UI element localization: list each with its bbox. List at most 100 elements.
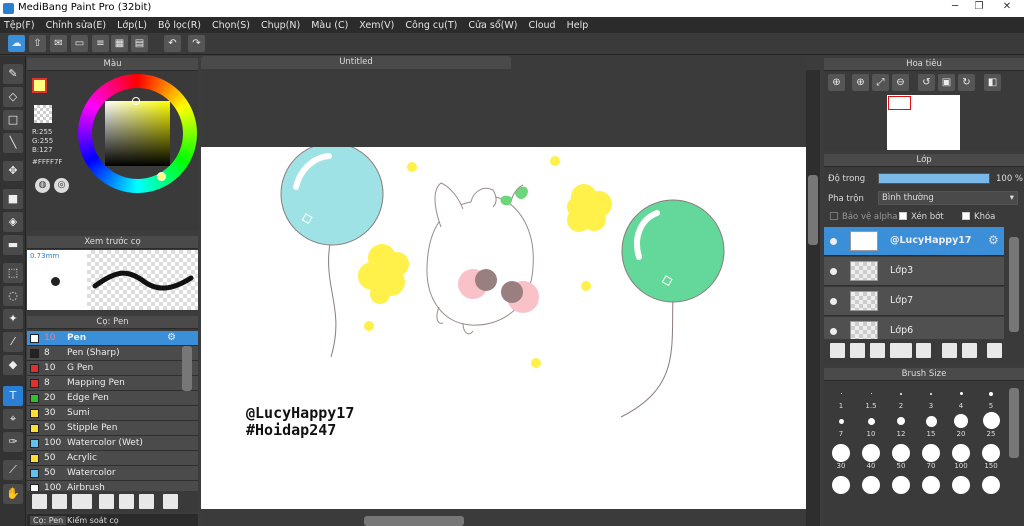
brush-size-scrollbar[interactable] xyxy=(1009,388,1019,458)
merge-layer-icon[interactable] xyxy=(962,343,977,358)
close-button[interactable]: ✕ xyxy=(992,0,1022,14)
size-cell[interactable] xyxy=(826,475,856,502)
eyedropper-icon[interactable]: ⟋ xyxy=(3,460,23,480)
size-cell[interactable]: 12 xyxy=(886,411,916,438)
new-brush-icon[interactable] xyxy=(52,494,67,509)
menu-color[interactable]: Màu (C) xyxy=(311,20,348,31)
duplicate-icon[interactable] xyxy=(139,494,154,509)
palette-alt-icon[interactable]: ◎ xyxy=(54,178,69,193)
operation-tool-icon[interactable]: ⌖ xyxy=(3,409,23,429)
cloud-icon[interactable]: ☁ xyxy=(8,35,25,52)
select-rect-icon[interactable]: ⬚ xyxy=(3,263,23,283)
brush-item[interactable]: 50 Acrylic xyxy=(27,451,198,466)
hand-tool-icon[interactable]: ✋ xyxy=(3,484,23,504)
document-icon[interactable]: ≡ xyxy=(92,35,109,52)
brush-item[interactable]: 100 Watercolor (Wet) xyxy=(27,436,198,451)
add-layer-menu-icon[interactable] xyxy=(890,343,912,358)
fill-rect-tool-icon[interactable]: ■ xyxy=(3,189,23,209)
lock-checkbox[interactable] xyxy=(962,212,970,220)
rotate-right-icon[interactable]: ↻ xyxy=(958,74,975,91)
flip-icon[interactable]: ◧ xyxy=(984,74,1001,91)
menu-file[interactable]: Tệp(F) xyxy=(4,20,35,31)
layer-row[interactable]: Lớp3 xyxy=(824,257,1004,286)
layer-row[interactable]: Lớp7 xyxy=(824,287,1004,316)
new-layer-icon[interactable] xyxy=(830,343,845,358)
brush-item[interactable]: 8 Pen (Sharp) xyxy=(27,346,198,361)
size-cell[interactable]: 15 xyxy=(916,411,946,438)
select-eraser-icon[interactable]: ◆ xyxy=(3,355,23,375)
new-8bit-layer-icon[interactable] xyxy=(870,343,885,358)
menu-window[interactable]: Cửa sổ(W) xyxy=(468,20,517,31)
menu-snap[interactable]: Chụp(N) xyxy=(261,20,300,31)
size-cell[interactable]: 1 xyxy=(826,383,856,410)
background-color-swatch[interactable] xyxy=(34,105,52,123)
size-cell[interactable]: 3 xyxy=(916,383,946,410)
brush-tool-icon[interactable]: ✎ xyxy=(3,64,23,84)
select-pen-icon[interactable]: ⁄ xyxy=(3,332,23,352)
menu-cloud[interactable]: Cloud xyxy=(528,20,555,31)
brush-item[interactable]: 8 Mapping Pen xyxy=(27,376,198,391)
folder-icon[interactable] xyxy=(119,494,134,509)
protect-alpha-checkbox[interactable] xyxy=(830,212,838,220)
add-brush-icon[interactable] xyxy=(72,494,92,509)
hue-cursor[interactable] xyxy=(132,97,140,105)
text-tool-icon[interactable]: T xyxy=(3,386,23,406)
size-cell[interactable]: 5 xyxy=(976,383,1006,410)
clipping-checkbox[interactable] xyxy=(899,212,907,220)
layer-settings-icon[interactable]: ⚙ xyxy=(988,233,999,247)
navigator-viewport[interactable] xyxy=(888,96,911,110)
size-cell[interactable]: 40 xyxy=(856,443,886,470)
size-cell[interactable]: 100 xyxy=(946,443,976,470)
menu-select[interactable]: Chọn(S) xyxy=(212,20,250,31)
rotate-left-icon[interactable]: ↺ xyxy=(918,74,935,91)
menu-layer[interactable]: Lớp(L) xyxy=(117,20,147,31)
size-cell[interactable]: 150 xyxy=(976,443,1006,470)
redo-icon[interactable]: ↷ xyxy=(188,35,205,52)
brush-list-scrollbar[interactable] xyxy=(182,346,192,391)
delete-layer-icon[interactable] xyxy=(987,343,1002,358)
gradient-tool-icon[interactable]: ▬ xyxy=(3,235,23,255)
duplicate-layer-icon[interactable] xyxy=(942,343,957,358)
size-cell[interactable] xyxy=(856,475,886,502)
page-icon[interactable]: ▭ xyxy=(71,35,88,52)
layer-row[interactable]: Lớp6 xyxy=(824,317,1004,339)
vertical-scrollbar[interactable] xyxy=(808,175,818,245)
visibility-icon[interactable] xyxy=(830,328,837,335)
tab-untitled[interactable]: Untitled xyxy=(201,56,511,69)
menu-edit[interactable]: Chỉnh sửa(E) xyxy=(46,20,107,31)
brush-item-pen[interactable]: 10 Pen ⚙ xyxy=(27,331,198,346)
grid-icon[interactable]: ▦ xyxy=(111,35,128,52)
magic-wand-icon[interactable]: ✦ xyxy=(3,309,23,329)
visibility-icon[interactable] xyxy=(830,298,837,305)
blend-mode-select[interactable]: Bình thường ▾ xyxy=(878,191,1018,205)
brush-item[interactable]: 20 Edge Pen xyxy=(27,391,198,406)
actual-size-icon[interactable]: ▣ xyxy=(938,74,955,91)
eraser-tool-icon[interactable]: ◇ xyxy=(3,87,23,107)
opacity-slider[interactable] xyxy=(878,173,990,184)
settings-icon[interactable]: ⚙ xyxy=(167,332,176,343)
palette-icon[interactable]: ◍ xyxy=(35,178,50,193)
minimize-button[interactable]: ─ xyxy=(944,0,966,14)
size-cell[interactable]: 30 xyxy=(826,443,856,470)
layer-row-active[interactable]: @LucyHappy17 ⚙ xyxy=(824,227,1004,256)
tab-brush[interactable]: Cọ: Pen xyxy=(30,516,67,525)
maximize-button[interactable]: ❐ xyxy=(968,0,990,14)
size-cell[interactable]: 70 xyxy=(916,443,946,470)
new-halftone-layer-icon[interactable] xyxy=(850,343,865,358)
color-cursor[interactable] xyxy=(157,172,166,181)
brush-item[interactable]: 30 Sumi xyxy=(27,406,198,421)
size-cell[interactable]: 7 xyxy=(826,411,856,438)
undo-icon[interactable]: ↶ xyxy=(164,35,181,52)
zoom-in-icon[interactable]: ⊕ xyxy=(828,74,845,91)
size-cell[interactable]: 50 xyxy=(886,443,916,470)
fit-icon[interactable]: ⤢ xyxy=(872,74,889,91)
grid-split-icon[interactable]: ▤ xyxy=(131,35,148,52)
menu-tools[interactable]: Công cụ(T) xyxy=(405,20,457,31)
menu-help[interactable]: Help xyxy=(567,20,589,31)
size-cell[interactable] xyxy=(886,475,916,502)
visibility-icon[interactable] xyxy=(830,238,837,245)
size-cell[interactable]: 2 xyxy=(886,383,916,410)
visibility-icon[interactable] xyxy=(830,268,837,275)
foreground-color-swatch[interactable] xyxy=(32,78,47,93)
drawing-canvas[interactable]: @LucyHappy17 #Hoidap247 xyxy=(201,142,806,509)
